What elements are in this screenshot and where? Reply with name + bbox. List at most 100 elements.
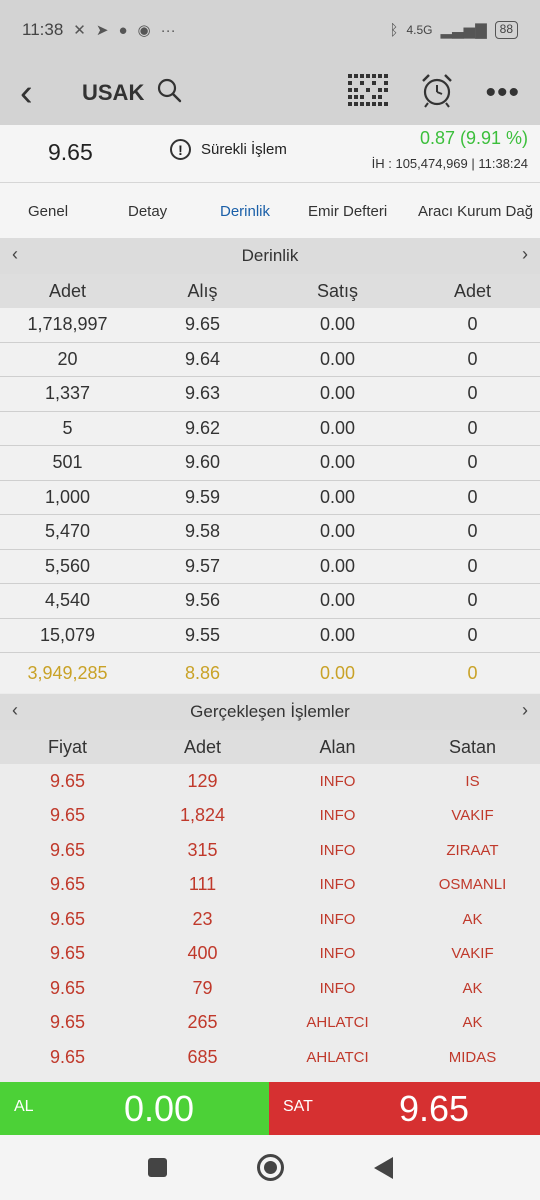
ask-price: 0.00 xyxy=(319,555,356,576)
next-section-icon[interactable]: › xyxy=(522,244,528,265)
bid-price: 9.56 xyxy=(184,590,221,611)
table-row[interactable]: 15,079 9.55 0.00 0 xyxy=(0,618,540,653)
trade-seller: OSMANLI xyxy=(438,876,507,894)
table-row[interactable]: 1,337 9.63 0.00 0 xyxy=(0,377,540,412)
volume-time-info: İH : 105,474,969 | 11:38:24 xyxy=(371,156,528,171)
trades-column-header: Fiyat Adet Alan Satan xyxy=(0,730,540,764)
sell-button[interactable]: SAT 9.65 xyxy=(269,1082,540,1135)
prev-section-icon[interactable]: ‹ xyxy=(12,700,18,721)
ask-qty: 0 xyxy=(467,521,478,542)
bid-price: 9.63 xyxy=(184,383,221,404)
trade-price: 9.65 xyxy=(49,839,86,860)
trade-seller: AK xyxy=(462,979,483,997)
table-row[interactable]: 1,718,997 9.65 0.00 0 xyxy=(0,308,540,343)
tab-derinlik[interactable]: Derinlik xyxy=(220,203,270,220)
buy-label: AL xyxy=(14,1098,34,1115)
bid-qty: 5 xyxy=(62,417,73,438)
trade-buyer: AHLATCI xyxy=(306,1014,369,1032)
ask-price: 0.00 xyxy=(319,417,356,438)
trade-row[interactable]: 9.65 315 INFO ZIRAAT xyxy=(0,833,540,868)
buy-button[interactable]: AL 0.00 xyxy=(0,1082,269,1135)
tab-emir-defteri[interactable]: Emir Defteri xyxy=(308,203,387,220)
trade-buyer: INFO xyxy=(319,807,356,825)
back-arrow-icon[interactable]: ‹ xyxy=(20,73,60,113)
table-row[interactable]: 5,560 9.57 0.00 0 xyxy=(0,549,540,584)
tab-genel[interactable]: Genel xyxy=(28,203,68,220)
bid-price: 9.59 xyxy=(184,486,221,507)
trade-row[interactable]: 9.65 79 INFO AK xyxy=(0,971,540,1006)
avg-bid-price: 8.86 xyxy=(184,662,221,683)
status-bar: 11:38 ✕ ➤ ● ◉ ··· ᛒ 4.5G ▂▃▅▇ 88 xyxy=(0,0,540,60)
trade-row[interactable]: 9.65 23 INFO AK xyxy=(0,902,540,937)
table-row[interactable]: 20 9.64 0.00 0 xyxy=(0,342,540,377)
table-row[interactable]: 5,470 9.58 0.00 0 xyxy=(0,515,540,550)
trade-buyer: AHLATCI xyxy=(306,1048,369,1066)
col-satis: Satış xyxy=(316,280,359,301)
depth-table: 1,718,997 9.65 0.00 0 20 9.64 0.00 0 1,337 9.63… xyxy=(0,308,540,693)
table-row[interactable]: 5 9.62 0.00 0 xyxy=(0,411,540,446)
trade-row[interactable]: 9.65 265 AHLATCI AK xyxy=(0,1005,540,1040)
price-summary: 9.65 ! Sürekli İşlem 0.87 (9.91 %) İH : … xyxy=(0,125,540,183)
trade-qty: 129 xyxy=(187,770,218,791)
trade-qty: 79 xyxy=(192,977,213,998)
chat-icon: ● xyxy=(118,21,128,39)
ask-price: 0.00 xyxy=(319,348,356,369)
recent-apps-icon[interactable] xyxy=(147,1158,167,1177)
bluetooth-icon: ᛒ xyxy=(389,21,399,39)
mute-icon: ✕ xyxy=(73,22,86,39)
nav-back-icon[interactable] xyxy=(373,1156,393,1179)
trade-buyer: INFO xyxy=(319,979,356,997)
more-options-icon[interactable]: ••• xyxy=(485,77,520,107)
avg-ask-price: 0.00 xyxy=(319,662,356,683)
app-bar: ‹ USAK ••• xyxy=(0,60,540,125)
trade-seller: MIDAS xyxy=(448,1048,497,1066)
home-icon[interactable] xyxy=(256,1154,284,1181)
trade-row[interactable]: 9.65 129 INFO IS xyxy=(0,764,540,799)
network-type: 4.5G xyxy=(406,23,433,37)
col-alan: Alan xyxy=(319,736,356,757)
trade-price: 9.65 xyxy=(49,977,86,998)
bid-price: 9.55 xyxy=(184,624,221,645)
trade-seller: ZIRAAT xyxy=(446,841,499,859)
total-bid-qty: 3,949,285 xyxy=(27,662,108,683)
prev-section-icon[interactable]: ‹ xyxy=(12,244,18,265)
page-title: USAK xyxy=(82,79,145,105)
bid-price: 9.62 xyxy=(184,417,221,438)
ask-qty: 0 xyxy=(467,417,478,438)
bid-price: 9.65 xyxy=(184,314,221,335)
ask-qty: 0 xyxy=(467,590,478,611)
tab-araci-kurum[interactable]: Aracı Kurum Dağ xyxy=(418,203,533,220)
trade-row[interactable]: 9.65 400 INFO VAKIF xyxy=(0,936,540,971)
col-adet: Adet xyxy=(183,736,222,757)
trade-row[interactable]: 9.65 111 INFO OSMANLI xyxy=(0,867,540,902)
trade-row[interactable]: 9.65 1,824 INFO VAKIF xyxy=(0,798,540,833)
search-icon[interactable] xyxy=(156,77,182,108)
bid-qty: 15,079 xyxy=(39,624,96,645)
bid-qty: 501 xyxy=(52,452,83,473)
depth-grid-icon[interactable] xyxy=(347,72,389,113)
table-row[interactable]: 501 9.60 0.00 0 xyxy=(0,446,540,481)
sell-value: 9.65 xyxy=(399,1088,470,1129)
ask-qty: 0 xyxy=(467,348,478,369)
tab-detay[interactable]: Detay xyxy=(128,203,167,220)
col-alis: Alış xyxy=(187,280,218,301)
bid-price: 9.57 xyxy=(184,555,221,576)
ask-qty: 0 xyxy=(467,314,478,335)
trade-seller: AK xyxy=(462,910,483,928)
table-row[interactable]: 4,540 9.56 0.00 0 xyxy=(0,584,540,619)
ask-price: 0.00 xyxy=(319,383,356,404)
trades-section-header: ‹ Gerçekleşen İşlemler › xyxy=(0,694,540,730)
session-status: ! Sürekli İşlem xyxy=(170,139,287,160)
trade-buyer: INFO xyxy=(319,910,356,928)
bid-qty: 1,718,997 xyxy=(27,314,108,335)
ask-qty: 0 xyxy=(467,383,478,404)
trade-buyer: INFO xyxy=(319,876,356,894)
telegram-icon: ➤ xyxy=(95,22,109,39)
system-nav-bar xyxy=(0,1135,540,1200)
bid-qty: 1,000 xyxy=(44,486,91,507)
bid-qty: 5,560 xyxy=(44,555,91,576)
alarm-clock-icon[interactable] xyxy=(419,72,455,113)
trade-row[interactable]: 9.65 685 AHLATCI MIDAS xyxy=(0,1040,540,1075)
next-section-icon[interactable]: › xyxy=(522,700,528,721)
table-row[interactable]: 1,000 9.59 0.00 0 xyxy=(0,480,540,515)
